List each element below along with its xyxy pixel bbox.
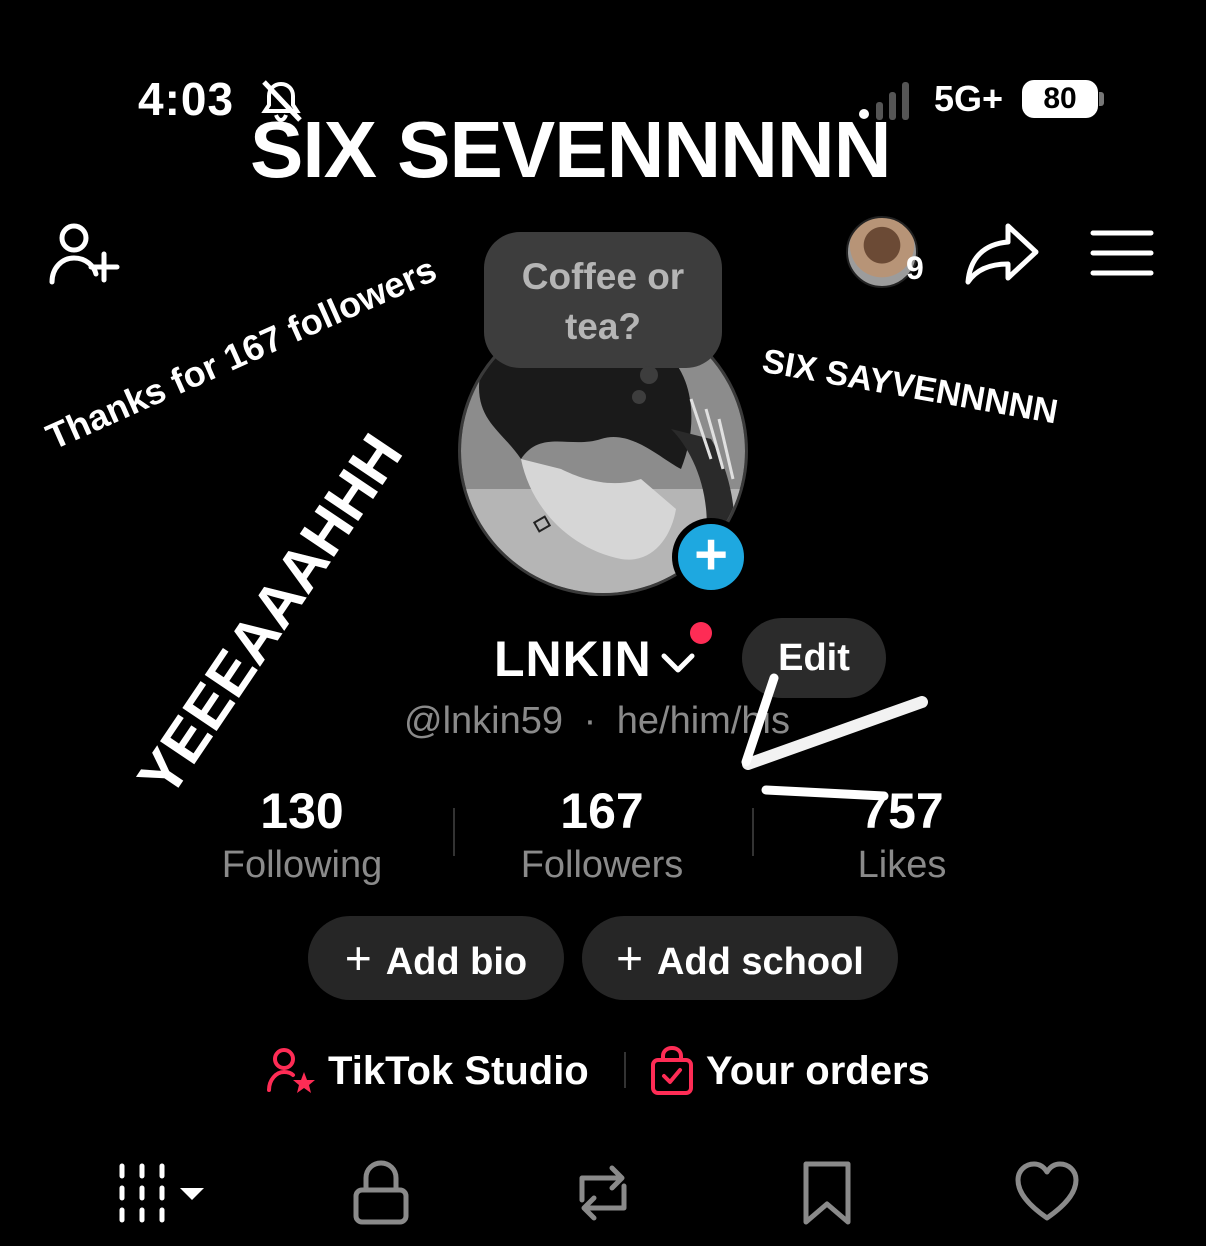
add-school-label: Add school bbox=[656, 941, 864, 983]
avatar-note-bubble[interactable]: Coffee or tea? bbox=[484, 232, 722, 368]
separator-dot: · bbox=[583, 700, 597, 742]
heart-icon[interactable] bbox=[1014, 1160, 1080, 1226]
bubble-tail bbox=[640, 366, 658, 384]
followers-label: Followers bbox=[520, 844, 684, 886]
shopping-bag-icon bbox=[651, 1046, 693, 1095]
following-count: 130 bbox=[260, 783, 344, 839]
likes-label: Likes bbox=[857, 844, 947, 886]
add-school-button[interactable]: + Add school bbox=[582, 916, 898, 1000]
plus-icon: + bbox=[616, 932, 643, 984]
creator-star-icon bbox=[267, 1048, 315, 1093]
your-orders-link[interactable]: Your orders bbox=[650, 1044, 930, 1098]
repost-icon[interactable] bbox=[568, 1160, 638, 1226]
handle-row: @lnkin59 · he/him/his bbox=[404, 700, 790, 743]
add-story-button[interactable]: + bbox=[672, 518, 750, 596]
battery-level: 80 bbox=[1022, 80, 1098, 118]
likes-count: 757 bbox=[860, 783, 944, 839]
battery-cap bbox=[1099, 92, 1104, 106]
sticker-six-text: SIX SAYVENNNNN bbox=[759, 342, 1061, 432]
network-type: 5G+ bbox=[934, 78, 1004, 119]
tiktok-studio-link[interactable]: TikTok Studio bbox=[266, 1044, 589, 1098]
plus-icon: + bbox=[344, 932, 372, 984]
avatar-note-text: Coffee or tea? bbox=[521, 256, 685, 347]
notification-dot bbox=[690, 622, 712, 644]
stat-divider bbox=[453, 808, 455, 856]
stat-likes[interactable]: 757 Likes bbox=[772, 782, 1032, 887]
lock-icon[interactable] bbox=[352, 1160, 410, 1226]
stat-following[interactable]: 130 Following bbox=[172, 782, 432, 887]
status-time: 4:03 bbox=[138, 73, 235, 125]
add-bio-label: Add bio bbox=[385, 941, 528, 983]
stat-followers[interactable]: 167 Followers bbox=[472, 782, 732, 887]
share-icon[interactable] bbox=[962, 220, 1040, 286]
add-friend-icon[interactable] bbox=[48, 220, 124, 286]
username-handle: @lnkin59 bbox=[404, 700, 563, 742]
stat-divider bbox=[752, 808, 754, 856]
overlay-title-text: SIX SEVENNNNN bbox=[250, 105, 891, 194]
bubble-tail-small bbox=[632, 390, 646, 404]
add-bio-button[interactable]: + Add bio bbox=[308, 916, 564, 1000]
tiktok-studio-label: TikTok Studio bbox=[328, 1048, 589, 1093]
menu-icon[interactable] bbox=[1090, 228, 1154, 278]
chevron-down-icon[interactable] bbox=[660, 650, 696, 676]
followers-count: 167 bbox=[560, 783, 644, 839]
link-divider bbox=[624, 1052, 626, 1088]
bookmark-icon[interactable] bbox=[800, 1160, 854, 1226]
display-name[interactable]: LNKIN bbox=[494, 630, 652, 688]
following-label: Following bbox=[221, 844, 383, 886]
sticker-yeah-text: YEEEAAAHHH bbox=[124, 422, 416, 809]
grid-icon[interactable] bbox=[114, 1160, 210, 1226]
your-orders-label: Your orders bbox=[706, 1048, 930, 1093]
profile-visitors-count: 9 bbox=[906, 250, 924, 286]
